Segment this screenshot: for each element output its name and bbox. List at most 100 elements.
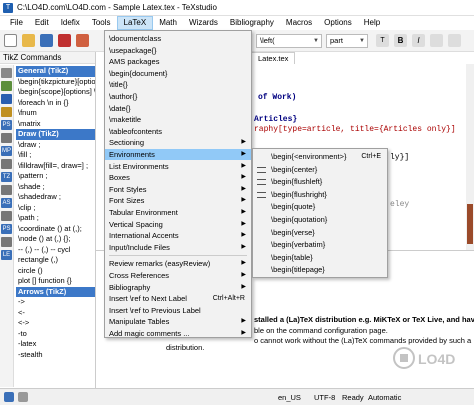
- submenu-item[interactable]: \begin{center}: [253, 164, 387, 177]
- command-item[interactable]: -- (,) -- (,) -- cycl: [16, 245, 95, 256]
- menu-item[interactable]: List Environments ▶: [105, 161, 251, 172]
- command-item[interactable]: <->: [16, 318, 95, 329]
- menu-item[interactable]: Sectioning ▶: [105, 137, 251, 148]
- command-item[interactable]: \filldraw[fill=, draw=] ;: [16, 161, 95, 172]
- menu-math[interactable]: Math: [153, 16, 183, 30]
- menu-latex[interactable]: LaTeX: [116, 16, 154, 30]
- menu-item[interactable]: Input/Include Files ▶: [105, 242, 251, 253]
- sidebar-icon-as[interactable]: AS: [1, 198, 12, 208]
- command-item[interactable]: \begin{tikzpicture}[options]: [16, 77, 95, 88]
- command-item[interactable]: plot [] function {}: [16, 276, 95, 287]
- encoding-indicator[interactable]: UTF-8: [314, 393, 335, 402]
- command-item[interactable]: \pattern ;: [16, 171, 95, 182]
- list-icon[interactable]: [448, 34, 461, 47]
- menu-item[interactable]: \begin{document}: [105, 68, 251, 79]
- submenu-item[interactable]: \begin{verbatim}: [253, 239, 387, 252]
- sidebar-icon-le[interactable]: LE: [1, 250, 12, 260]
- editor-scrollbar[interactable]: [466, 64, 474, 250]
- menu-item[interactable]: Tabular Environment ▶: [105, 207, 251, 218]
- save-as-icon[interactable]: [58, 34, 71, 47]
- menu-item[interactable]: International Accents ▶: [105, 230, 251, 241]
- menu-options[interactable]: Options: [318, 16, 358, 30]
- mode-indicator[interactable]: Automatic: [368, 393, 401, 402]
- sidebar-icon-10[interactable]: [1, 185, 12, 195]
- command-item[interactable]: \foreach \n in {}: [16, 98, 95, 109]
- menu-item[interactable]: Add magic comments ... ▶: [105, 328, 251, 339]
- menu-item[interactable]: \documentclass: [105, 33, 251, 44]
- submenu-item[interactable]: \begin{table}: [253, 252, 387, 265]
- menu-item[interactable]: \title{}: [105, 79, 251, 90]
- submenu-item[interactable]: \begin{verse}: [253, 227, 387, 240]
- command-item[interactable]: -stealth: [16, 350, 95, 361]
- menu-item[interactable]: Boxes ▶: [105, 172, 251, 183]
- sidebar-icon-1[interactable]: [1, 68, 12, 78]
- open-folder-icon[interactable]: [22, 34, 35, 47]
- menu-help[interactable]: Help: [358, 16, 386, 30]
- menu-bibliography[interactable]: Bibliography: [224, 16, 280, 30]
- command-item[interactable]: \fnum: [16, 108, 95, 119]
- command-group-header[interactable]: Draw (TikZ): [16, 129, 95, 140]
- menu-item[interactable]: AMS packages: [105, 56, 251, 67]
- command-item[interactable]: \begin{scope}[options] \e: [16, 87, 95, 98]
- menu-item[interactable]: Font Styles ▶: [105, 184, 251, 195]
- sidebar-icon-tz[interactable]: TZ: [1, 172, 12, 182]
- sidebar-icon-ps[interactable]: PS: [1, 120, 12, 130]
- submenu-item[interactable]: \begin{flushright}: [253, 189, 387, 202]
- command-item[interactable]: \coordinate () at (,);: [16, 224, 95, 235]
- sidebar-icon-ps2[interactable]: PS: [1, 224, 12, 234]
- menu-item[interactable]: Bibliography ▶: [105, 282, 251, 293]
- submenu-item[interactable]: \begin{quote}: [253, 201, 387, 214]
- menu-item[interactable]: \author{}: [105, 91, 251, 102]
- panel-toggle-icon[interactable]: [18, 392, 28, 402]
- close-file-icon[interactable]: [76, 34, 89, 47]
- sidebar-icon-14[interactable]: [1, 237, 12, 247]
- menu-item[interactable]: Manipulate Tables ▶: [105, 316, 251, 327]
- menu-idefix[interactable]: Idefix: [55, 16, 86, 30]
- command-item[interactable]: \clip ;: [16, 203, 95, 214]
- menu-item[interactable]: Insert \ref to Previous Label: [105, 305, 251, 316]
- save-icon[interactable]: [40, 34, 53, 47]
- sidebar-icon-8[interactable]: [1, 159, 12, 169]
- scroll-thumb[interactable]: [467, 204, 473, 244]
- menu-file[interactable]: File: [4, 16, 29, 30]
- command-item[interactable]: \draw ;: [16, 140, 95, 151]
- command-item[interactable]: rectangle (,): [16, 255, 95, 266]
- menu-item[interactable]: Font Sizes ▶: [105, 195, 251, 206]
- command-item[interactable]: <-: [16, 308, 95, 319]
- command-item[interactable]: \path ;: [16, 213, 95, 224]
- sidebar-icon-3[interactable]: [1, 94, 12, 104]
- command-item[interactable]: \node () at (,) {};: [16, 234, 95, 245]
- language-indicator[interactable]: en_US: [278, 393, 301, 402]
- command-group-header[interactable]: General (TikZ): [16, 66, 95, 77]
- sidebar-icon-6[interactable]: [1, 133, 12, 143]
- menu-item[interactable]: \maketitle: [105, 114, 251, 125]
- command-item[interactable]: \shade ;: [16, 182, 95, 193]
- menu-item[interactable]: Vertical Spacing ▶: [105, 219, 251, 230]
- command-item[interactable]: -latex: [16, 339, 95, 350]
- sidebar-icon-12[interactable]: [1, 211, 12, 221]
- sidebar-icon-4[interactable]: [1, 107, 12, 117]
- menu-item[interactable]: \tableofcontents: [105, 126, 251, 137]
- menu-wizards[interactable]: Wizards: [183, 16, 224, 30]
- menu-item[interactable]: Insert \ref to Next Label Ctrl+Alt+R: [105, 293, 251, 304]
- sidebar-icon-2[interactable]: [1, 81, 12, 91]
- menu-tools[interactable]: Tools: [86, 16, 117, 30]
- bold-icon[interactable]: B: [394, 34, 407, 47]
- submenu-item[interactable]: \begin{quotation}: [253, 214, 387, 227]
- command-item[interactable]: \matrix: [16, 119, 95, 130]
- tab-latex-tex[interactable]: Latex.tex: [251, 52, 296, 64]
- new-file-icon[interactable]: [4, 34, 17, 47]
- submenu-item[interactable]: \begin{<environment>} Ctrl+E: [253, 151, 387, 164]
- command-item[interactable]: ->: [16, 297, 95, 308]
- menu-item[interactable]: \usepackage{}: [105, 45, 251, 56]
- command-item[interactable]: \fill ;: [16, 150, 95, 161]
- menu-item[interactable]: Review remarks (easyReview) ▶: [105, 258, 251, 269]
- menu-macros[interactable]: Macros: [280, 16, 318, 30]
- command-group-header[interactable]: Arrows (TikZ): [16, 286, 95, 297]
- menu-item[interactable]: Environments ▶: [105, 149, 251, 160]
- menu-item[interactable]: Cross References ▶: [105, 270, 251, 281]
- structure-select[interactable]: part ▼: [326, 34, 368, 48]
- command-item[interactable]: \shadedraw ;: [16, 192, 95, 203]
- italic-icon[interactable]: I: [412, 34, 425, 47]
- menu-edit[interactable]: Edit: [29, 16, 55, 30]
